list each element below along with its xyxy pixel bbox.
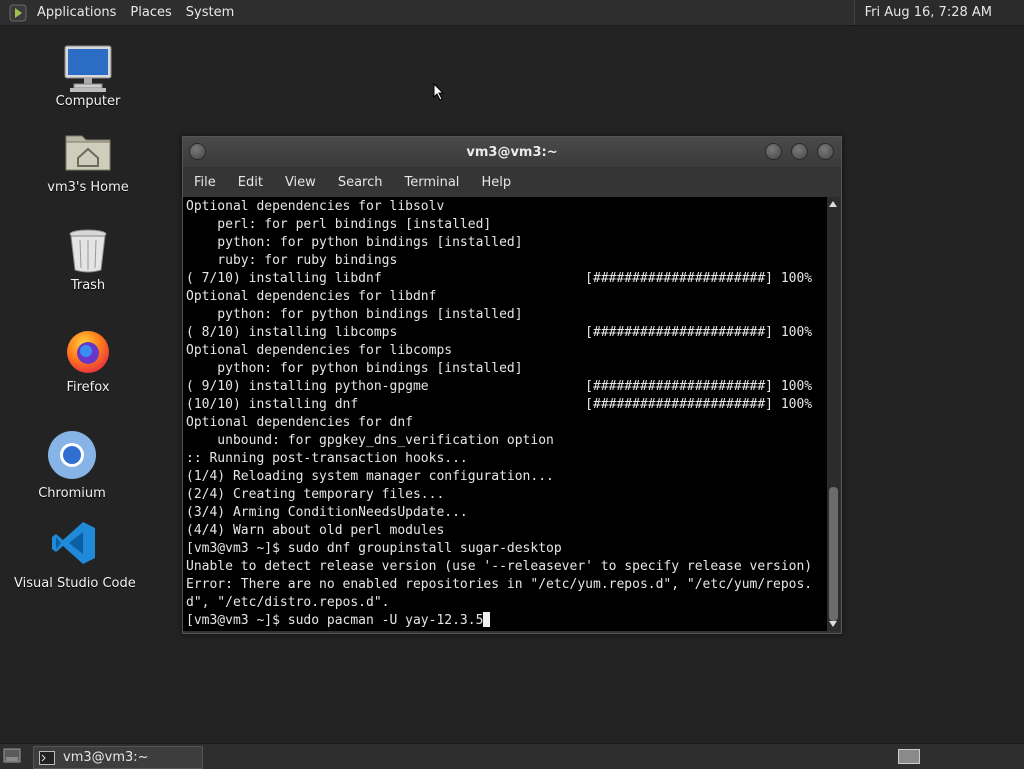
terminal-line: d", "/etc/distro.repos.d". bbox=[186, 595, 390, 610]
menu-system[interactable]: System bbox=[179, 5, 241, 20]
menu-search[interactable]: Search bbox=[327, 175, 394, 190]
terminal-line: Optional dependencies for libcomps bbox=[186, 343, 453, 358]
desktop-icon-home[interactable]: vm3's Home bbox=[40, 128, 136, 195]
terminal-line: [vm3@vm3 ~]$ sudo dnf groupinstall sugar… bbox=[186, 541, 562, 556]
terminal-line: (3/4) Arming ConditionNeedsUpdate... bbox=[186, 505, 468, 520]
top-panel: Applications Places System Fri Aug 16, 7… bbox=[0, 0, 1024, 26]
home-folder-icon bbox=[65, 135, 111, 171]
show-desktop-icon[interactable] bbox=[3, 748, 21, 764]
applications-menu-icon[interactable] bbox=[9, 4, 27, 22]
terminal-line: :: Running post-transaction hooks... bbox=[186, 451, 468, 466]
terminal-line: (4/4) Warn about old perl modules bbox=[186, 523, 445, 538]
scroll-down-icon[interactable] bbox=[829, 621, 837, 627]
firefox-icon bbox=[67, 331, 109, 373]
terminal-prompt-line[interactable]: [vm3@vm3 ~]$ sudo pacman -U yay-12.3.5 bbox=[186, 612, 827, 630]
terminal-line: Error: There are no enabled repositories… bbox=[186, 577, 813, 592]
desktop-icon-label: vm3's Home bbox=[47, 180, 129, 195]
menu-help[interactable]: Help bbox=[470, 175, 522, 190]
terminal-line: Unable to detect release version (use '-… bbox=[186, 559, 813, 574]
terminal-menubar: File Edit View Search Terminal Help bbox=[183, 168, 841, 196]
terminal-line: unbound: for gpgkey_dns_verification opt… bbox=[186, 433, 554, 448]
desktop-icon-vscode[interactable]: Visual Studio Code bbox=[14, 520, 136, 591]
mouse-pointer-icon bbox=[433, 83, 445, 101]
scroll-up-icon[interactable] bbox=[829, 201, 837, 207]
text-cursor bbox=[483, 612, 491, 627]
desktop-icon-chromium[interactable]: Chromium bbox=[34, 430, 110, 501]
terminal-line: (1/4) Reloading system manager configura… bbox=[186, 469, 554, 484]
menu-view[interactable]: View bbox=[274, 175, 327, 190]
desktop-icon-label: Visual Studio Code bbox=[14, 576, 136, 591]
terminal-line: Optional dependencies for libdnf bbox=[186, 289, 437, 304]
desktop-icon-label: Firefox bbox=[66, 380, 110, 395]
terminal-line: Optional dependencies for libsolv bbox=[186, 199, 445, 214]
terminal-window[interactable]: vm3@vm3:~ File Edit View Search Terminal… bbox=[182, 136, 842, 634]
terminal-line: Optional dependencies for dnf bbox=[186, 415, 413, 430]
clock[interactable]: Fri Aug 16, 7:28 AM bbox=[853, 0, 1024, 25]
terminal-scrollbar[interactable] bbox=[827, 197, 840, 631]
terminal-line: ( 7/10) installing libdnf [#############… bbox=[186, 271, 813, 286]
terminal-line: (10/10) installing dnf [################… bbox=[186, 397, 813, 412]
desktop-icon-label: Trash bbox=[70, 278, 106, 293]
desktop-icon-label: Computer bbox=[55, 94, 121, 109]
prompt-command: [vm3@vm3 ~]$ sudo pacman -U yay-12.3.5 bbox=[186, 613, 484, 628]
terminal-line: ( 9/10) installing python-gpgme [#######… bbox=[186, 379, 813, 394]
terminal-output[interactable]: Optional dependencies for libsolv perl: … bbox=[183, 197, 827, 631]
maximize-button[interactable] bbox=[791, 143, 808, 160]
desktop-icon-firefox[interactable]: Firefox bbox=[50, 326, 126, 395]
terminal-icon bbox=[39, 750, 55, 765]
vscode-icon bbox=[52, 522, 95, 564]
terminal-line: python: for python bindings [installed] bbox=[186, 235, 523, 250]
desktop-icon-label: Chromium bbox=[38, 486, 106, 501]
menu-places[interactable]: Places bbox=[123, 5, 178, 20]
bottom-panel: vm3@vm3:~ bbox=[0, 743, 1024, 769]
computer-icon bbox=[64, 45, 112, 92]
terminal-line: perl: for perl bindings [installed] bbox=[186, 217, 492, 232]
terminal-line: ruby: for ruby bindings bbox=[186, 253, 398, 268]
menu-terminal[interactable]: Terminal bbox=[393, 175, 470, 190]
taskbar-button-label: vm3@vm3:~ bbox=[63, 750, 149, 765]
terminal-line: python: for python bindings [installed] bbox=[186, 307, 523, 322]
scrollbar-thumb[interactable] bbox=[829, 487, 838, 621]
terminal-line: (2/4) Creating temporary files... bbox=[186, 487, 445, 502]
menu-applications[interactable]: Applications bbox=[30, 5, 123, 20]
close-button[interactable] bbox=[817, 143, 834, 160]
desktop-icon-trash[interactable]: Trash bbox=[50, 228, 126, 293]
window-titlebar[interactable]: vm3@vm3:~ bbox=[183, 137, 841, 167]
menu-file[interactable]: File bbox=[183, 175, 227, 190]
terminal-line: ( 8/10) installing libcomps [###########… bbox=[186, 325, 813, 340]
menu-edit[interactable]: Edit bbox=[227, 175, 274, 190]
workspace-switcher[interactable] bbox=[898, 749, 920, 764]
window-title: vm3@vm3:~ bbox=[466, 144, 558, 160]
trash-icon bbox=[69, 229, 107, 273]
window-menu-button[interactable] bbox=[189, 143, 206, 160]
chromium-icon bbox=[48, 431, 96, 479]
minimize-button[interactable] bbox=[765, 143, 782, 160]
terminal-line: python: for python bindings [installed] bbox=[186, 361, 523, 376]
taskbar-button-terminal[interactable]: vm3@vm3:~ bbox=[33, 746, 203, 769]
desktop-icon-computer[interactable]: Computer bbox=[50, 44, 126, 109]
